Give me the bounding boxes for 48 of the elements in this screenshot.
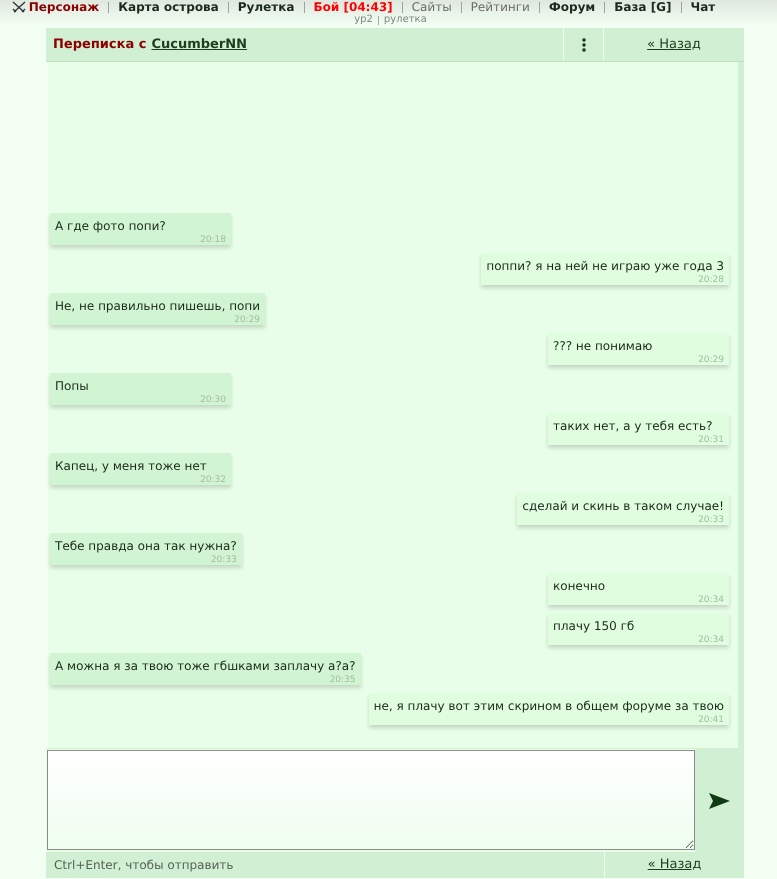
message-time: 20:30 — [200, 395, 226, 405]
message-time: 20:34 — [698, 595, 724, 605]
message-text: Не, не правильно пишешь, попи — [55, 298, 260, 315]
nav-link[interactable]: Сайты — [412, 0, 452, 14]
more-menu-button[interactable] — [563, 28, 604, 61]
chat-title: Переписка с — [53, 36, 146, 54]
message-text: таких нет, а у тебя есть? — [553, 418, 714, 435]
message-text: плачу 150 гб — [553, 618, 636, 635]
message-time: 20:31 — [698, 435, 724, 445]
message-time: 20:33 — [698, 515, 724, 525]
message-time: 20:29 — [234, 315, 260, 325]
message-time: 20:35 — [330, 675, 356, 685]
message-text: сделай и скинь в таком случае! — [522, 498, 724, 515]
scrollbar-track[interactable] — [738, 62, 744, 748]
message-time: 20:41 — [698, 715, 724, 725]
message-text: Тебе правда она так нужна? — [55, 538, 237, 555]
message-time: 20:34 — [698, 635, 724, 645]
send-button[interactable] — [695, 749, 744, 852]
nav-link[interactable]: Форум — [548, 0, 596, 14]
partner-name-link[interactable]: CucumberNN — [151, 34, 248, 54]
crossed-swords-icon — [12, 1, 26, 13]
message-text: А где фото попи? — [55, 218, 167, 235]
nav-link[interactable]: Карта острова — [118, 0, 219, 14]
message-text: А можна я за твою тоже гбшками заплачу а?а? — [55, 658, 356, 675]
nav-link[interactable]: Чат — [690, 0, 716, 14]
nav-link[interactable]: База [G] — [614, 0, 672, 14]
send-hint: Ctrl+Enter, чтобы отправить — [54, 857, 234, 874]
nav-link[interactable]: Персонаж — [28, 0, 100, 14]
sub-nav-link[interactable]: ур2 — [354, 14, 373, 26]
message-text: ??? не понимаю — [553, 338, 654, 355]
message-text: Капец, у меня тоже нет — [55, 458, 208, 475]
back-link[interactable]: « Назад — [647, 34, 701, 54]
message-time: 20:33 — [210, 555, 237, 565]
message-text: Попы — [55, 378, 90, 395]
message-field[interactable] — [47, 750, 695, 850]
message-time: 20:29 — [698, 355, 724, 365]
message-time: 20:18 — [200, 235, 226, 245]
sub-nav-link[interactable]: рулетка — [384, 14, 427, 26]
nav-link[interactable]: Рулетка — [238, 0, 295, 14]
message-time: 20:32 — [200, 475, 226, 485]
message-text: поппи? я на ней не играю уже года 3 — [486, 258, 724, 275]
more-icon — [582, 38, 586, 52]
message-time: 20:28 — [698, 275, 724, 285]
message-text: конечно — [553, 578, 606, 595]
nav-link[interactable]: Рейтинги — [470, 0, 530, 14]
back-link[interactable]: « Назад — [648, 855, 702, 875]
message-text: не, я плачу вот этим скрином в общем форуме за твою — [374, 698, 724, 715]
send-icon — [709, 792, 730, 808]
